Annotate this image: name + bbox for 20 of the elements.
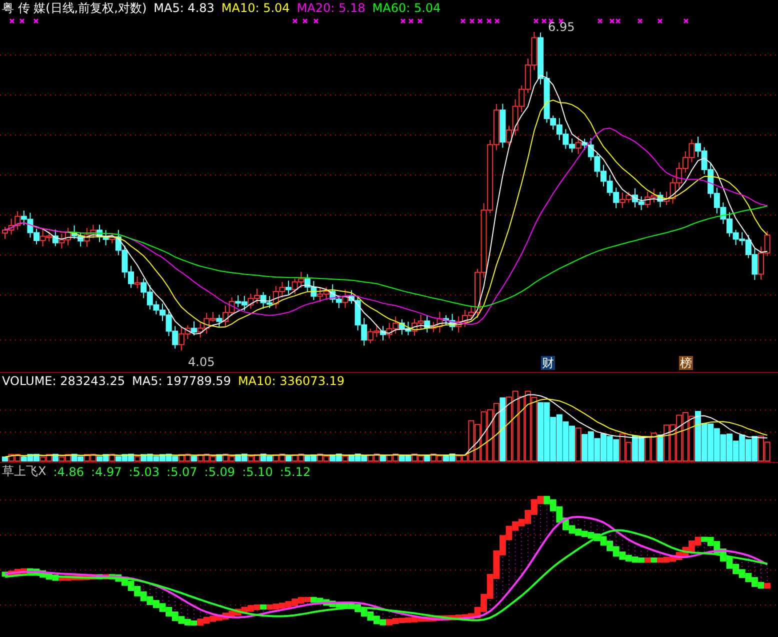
indicator-value: :5.09 [204, 464, 236, 478]
indicator-value: :5.10 [242, 464, 273, 478]
indicator-value: MA20: 5.18 [296, 1, 366, 15]
indicator-value: MA60: 5.04 [372, 1, 441, 15]
event-marker: 财 [541, 356, 555, 370]
indicator-value: :4.86 [53, 464, 84, 478]
indicator-value: MA5: 4.83 [154, 1, 214, 15]
security-title: 粤 传 媒(日线,前复权,对数) [2, 0, 147, 16]
volume-value: MA10: 336073.19 [238, 374, 345, 388]
indicator-value: :5.12 [280, 464, 311, 478]
indicator-value: MA10: 5.04 [221, 1, 290, 15]
volume-value: VOLUME: 283243.25 [2, 374, 125, 388]
indicator-value: :5.03 [128, 464, 160, 478]
indicator-value: :4.97 [91, 464, 122, 478]
indicator-title: 草上飞X [2, 463, 46, 480]
event-marker: 榜 [679, 356, 693, 370]
volume-value: MA5: 197789.59 [132, 374, 231, 388]
high-price-label: 6.95 [548, 20, 575, 34]
indicator-value: :5.07 [166, 464, 198, 478]
low-price-label: 4.05 [188, 355, 215, 369]
